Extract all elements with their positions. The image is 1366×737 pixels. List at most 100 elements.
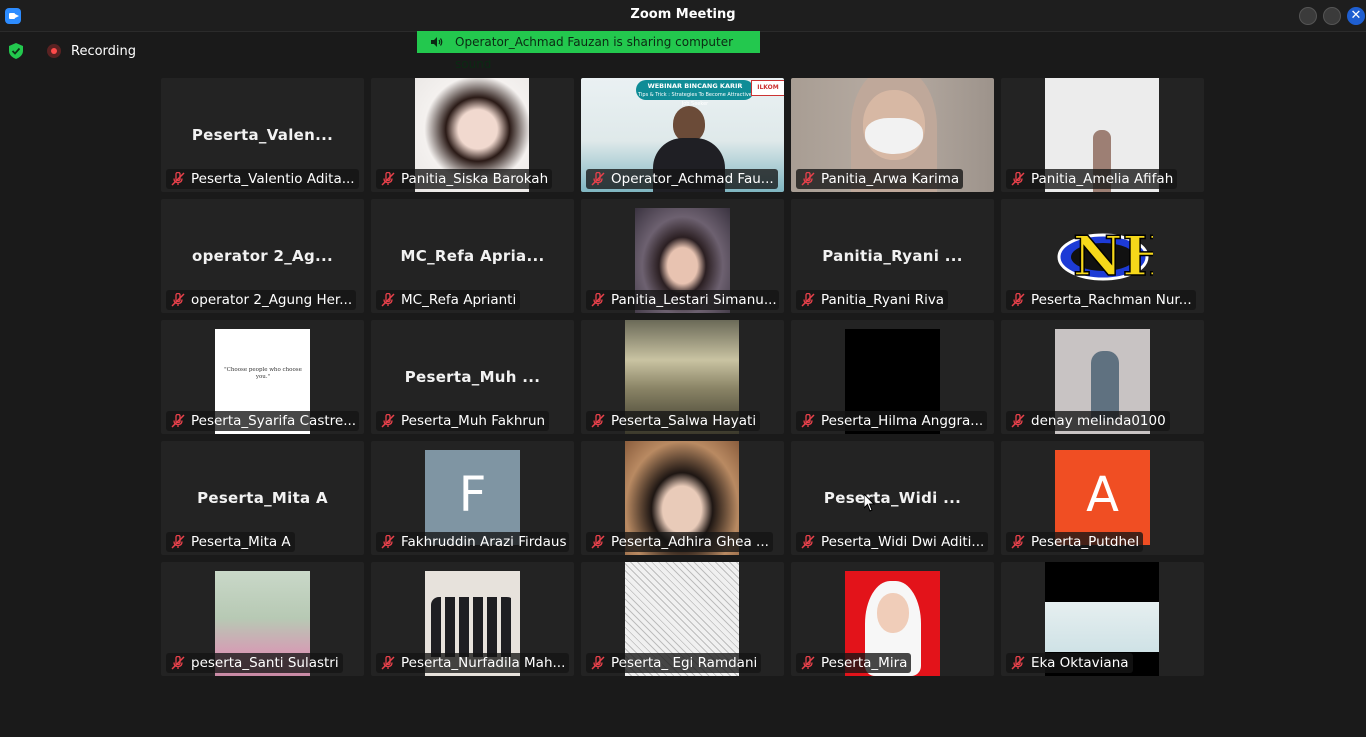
participant-name: Panitia_Siska Barokah [401, 171, 549, 187]
muted-microphone-icon [381, 292, 395, 307]
participant-name: Peserta_Adhira Ghea ... [611, 534, 769, 550]
muted-microphone-icon [381, 534, 395, 549]
participant-name-tag: Operator_Achmad Fau... [586, 169, 778, 189]
participant-name: Eka Oktaviana [1031, 655, 1129, 671]
participant-tile[interactable]: Panitia_Ryani ... Panitia_Ryani Riva [791, 199, 994, 313]
participant-name-tag: Peserta_Nurfadila Mah... [376, 653, 569, 673]
participant-tile[interactable]: Eka Oktaviana [1001, 562, 1204, 676]
title-bar: Zoom Meeting ✕ [0, 0, 1366, 32]
participant-name: Peserta_Mita A [191, 534, 291, 550]
muted-microphone-icon [591, 413, 605, 428]
participant-tile[interactable]: Peserta_ Egi Ramdani [581, 562, 784, 676]
close-button[interactable]: ✕ [1347, 7, 1365, 25]
video-feed: F [425, 450, 520, 545]
participant-tile[interactable]: Panitia_Siska Barokah [371, 78, 574, 192]
participant-tile[interactable]: Peserta_Mira [791, 562, 994, 676]
muted-microphone-icon [171, 292, 185, 307]
muted-microphone-icon [171, 655, 185, 670]
svg-text:NH: NH [1073, 224, 1153, 288]
participant-name: Panitia_Ryani Riva [821, 292, 945, 308]
nh-logo-icon: NH [1057, 223, 1174, 289]
participant-name: Peserta_Mira [821, 655, 908, 671]
participant-tile[interactable]: denay melinda0100 [1001, 320, 1204, 434]
participant-name: Peserta_Muh Fakhrun [401, 413, 546, 429]
video-feed: A [1055, 450, 1150, 545]
participant-tile[interactable]: WEBINAR BINCANG KARIR Tips & Trick : Stra… [581, 78, 784, 192]
participant-tile[interactable]: Panitia_Lestari Simanu... [581, 199, 784, 313]
maximize-button[interactable] [1323, 7, 1341, 25]
participant-tile[interactable]: Panitia_Amelia Afifah [1001, 78, 1204, 192]
participant-name: Peserta_Syarifa Castre... [191, 413, 357, 429]
recording-icon[interactable] [47, 44, 61, 58]
participant-tile[interactable]: Peserta_Hilma Anggra... [791, 320, 994, 434]
participant-tile[interactable]: Panitia_Arwa Karima [791, 78, 994, 192]
muted-microphone-icon [171, 413, 185, 428]
participant-name-tag: Peserta_Muh Fakhrun [376, 411, 550, 431]
muted-microphone-icon [1011, 292, 1025, 307]
participant-name-tag: Panitia_Arwa Karima [796, 169, 964, 189]
sharing-sound-banner: Operator_Achmad Fauzan is sharing comput… [417, 31, 760, 71]
participant-name-tag: Panitia_Amelia Afifah [1006, 169, 1178, 189]
participant-name-tag: Peserta_Mita A [166, 532, 295, 552]
participant-name: Panitia_Arwa Karima [821, 171, 960, 187]
participant-tile[interactable]: Peserta_Valen... Peserta_Valentio Adita..… [161, 78, 364, 192]
participant-name: Peserta_Hilma Anggra... [821, 413, 984, 429]
muted-microphone-icon [171, 534, 185, 549]
participant-name: Peserta_Valentio Adita... [191, 171, 355, 187]
presenter-figure [673, 106, 705, 142]
participant-name: Peserta_Widi Dwi Aditi... [821, 534, 985, 550]
participant-tile[interactable]: Peserta_Nurfadila Mah... [371, 562, 574, 676]
participant-name: peserta_Santi Sulastri [191, 655, 339, 671]
participant-tile[interactable]: peserta_Santi Sulastri [161, 562, 364, 676]
ilkom-logo: ILKOM [751, 80, 784, 96]
participant-tile[interactable]: Peserta_Widi ... Peserta_Widi Dwi Aditi..… [791, 441, 994, 555]
participant-name-tag: Panitia_Siska Barokah [376, 169, 553, 189]
muted-microphone-icon [801, 413, 815, 428]
participant-tile[interactable]: NH Peserta_Rachman Nur... [1001, 199, 1204, 313]
participant-name-tag: Eka Oktaviana [1006, 653, 1133, 673]
participant-tile[interactable]: F Fakhruddin Arazi Firdaus [371, 441, 574, 555]
participant-name-tag: Peserta_Salwa Hayati [586, 411, 761, 431]
participant-tile[interactable]: Peserta_Salwa Hayati [581, 320, 784, 434]
participant-tile[interactable]: A Peserta_Putdhel [1001, 441, 1204, 555]
participant-name: operator 2_Agung Her... [191, 292, 353, 308]
participant-name-tag: Peserta_ Egi Ramdani [586, 653, 762, 673]
quote-text: "Choose people who choose you." [224, 367, 302, 380]
participant-name: Peserta_Putdhel [1031, 534, 1140, 550]
person-face [877, 593, 909, 633]
participant-name: Peserta_Nurfadila Mah... [401, 655, 566, 671]
participant-name-tag: Peserta_Putdhel [1006, 532, 1144, 552]
group-figures [431, 597, 515, 657]
muted-microphone-icon [801, 171, 815, 186]
avatar-letter: A [1086, 467, 1119, 523]
participant-tile[interactable]: Peserta_Muh ... Peserta_Muh Fakhrun [371, 320, 574, 434]
participant-name-tag: Peserta_Mira [796, 653, 912, 673]
participant-tile[interactable]: Peserta_Adhira Ghea ... [581, 441, 784, 555]
participant-name-tag: denay melinda0100 [1006, 411, 1170, 431]
participant-name-tag: operator 2_Agung Her... [166, 290, 357, 310]
participant-name: Panitia_Amelia Afifah [1031, 171, 1174, 187]
participant-name: Peserta_Salwa Hayati [611, 413, 757, 429]
recording-label[interactable]: Recording [71, 44, 136, 59]
muted-microphone-icon [381, 413, 395, 428]
security-shield-icon[interactable] [9, 43, 23, 59]
face-mask [865, 118, 923, 154]
participant-name-tag: Peserta_Widi Dwi Aditi... [796, 532, 989, 552]
participant-name-tag: peserta_Santi Sulastri [166, 653, 343, 673]
speaker-icon [431, 37, 443, 47]
participant-tile[interactable]: Peserta_Mita A Peserta_Mita A [161, 441, 364, 555]
participant-tile[interactable]: MC_Refa Apria... MC_Refa Aprianti [371, 199, 574, 313]
participant-tile[interactable]: operator 2_Ag... operator 2_Agung Her... [161, 199, 364, 313]
muted-microphone-icon [801, 292, 815, 307]
sharing-banner-text: Operator_Achmad Fauzan is sharing comput… [455, 35, 734, 71]
banner-heading: WEBINAR BINCANG KARIR Tips & Trick : Stra… [636, 80, 754, 107]
participant-name: Peserta_ Egi Ramdani [611, 655, 758, 671]
muted-microphone-icon [591, 534, 605, 549]
participant-name-tag: Peserta_Valentio Adita... [166, 169, 359, 189]
participant-tile[interactable]: "Choose people who choose you." Peserta_S… [161, 320, 364, 434]
participant-name: MC_Refa Aprianti [401, 292, 517, 308]
close-icon: ✕ [1350, 8, 1362, 23]
slide-thumbnail [1045, 602, 1159, 652]
minimize-button[interactable] [1299, 7, 1317, 25]
muted-microphone-icon [801, 534, 815, 549]
